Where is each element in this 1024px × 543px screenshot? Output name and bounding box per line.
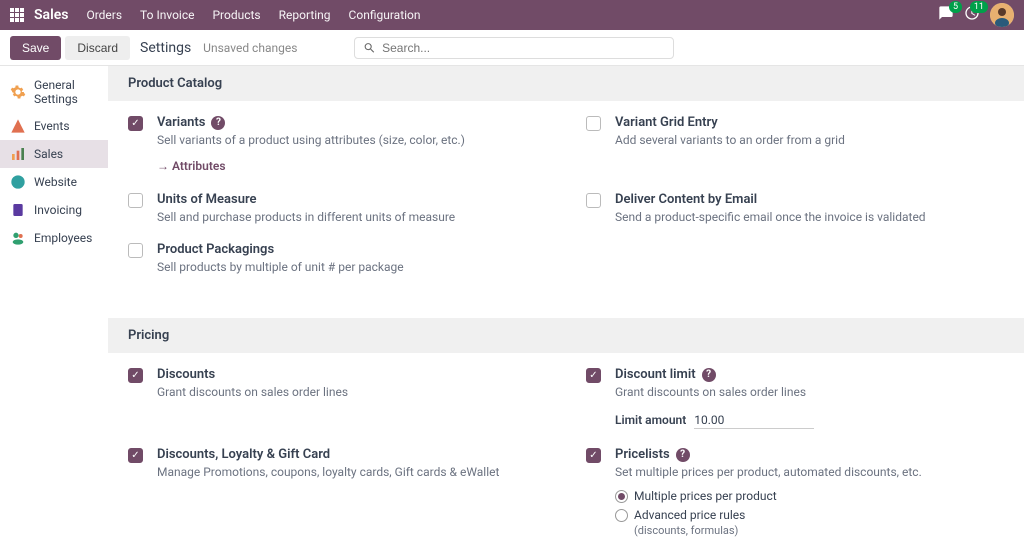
checkbox-uom[interactable]	[128, 193, 143, 208]
activity-icon[interactable]: 11	[964, 5, 980, 25]
invoicing-icon	[10, 202, 26, 218]
main-content: Product Catalog Variants? Sell variants …	[108, 66, 1024, 543]
sidebar-item-events[interactable]: Events	[0, 112, 108, 140]
field-desc: Sell variants of a product using attribu…	[157, 133, 546, 147]
field-desc: Grant discounts on sales order lines	[157, 385, 546, 399]
sidebar-item-employees[interactable]: Employees	[0, 224, 108, 252]
field-desc: Sell and purchase products in different …	[157, 210, 546, 224]
help-icon[interactable]: ?	[702, 368, 716, 382]
field-title: Discount limit	[615, 367, 696, 382]
nav-orders[interactable]: Orders	[86, 8, 122, 22]
sidebar-item-website[interactable]: Website	[0, 168, 108, 196]
sidebar-item-invoicing[interactable]: Invoicing	[0, 196, 108, 224]
radio-label: Advanced price rules	[634, 508, 745, 522]
sidebar-item-label: Employees	[34, 231, 92, 245]
radio-sub: (discounts, formulas)	[634, 524, 1004, 537]
section-header-pricing: Pricing	[108, 318, 1024, 353]
nav-configuration[interactable]: Configuration	[349, 8, 421, 22]
field-desc: Sell products by multiple of unit # per …	[157, 260, 546, 274]
search-icon	[363, 41, 376, 55]
sales-icon	[10, 146, 26, 162]
field-desc: Set multiple prices per product, automat…	[615, 465, 1004, 479]
save-button[interactable]: Save	[10, 36, 61, 60]
checkbox-deliver-email[interactable]	[586, 193, 601, 208]
field-title: Deliver Content by Email	[615, 192, 1004, 207]
radio-advanced-rules[interactable]	[615, 509, 628, 522]
unsaved-status: Unsaved changes	[203, 41, 297, 55]
radio-multiple-prices[interactable]	[615, 490, 628, 503]
field-title: Pricelists	[615, 447, 670, 462]
checkbox-discount-limit[interactable]	[586, 368, 601, 383]
field-title: Product Packagings	[157, 242, 546, 257]
page-title: Settings	[140, 40, 191, 56]
website-icon	[10, 174, 26, 190]
topbar: Sales Orders To Invoice Products Reporti…	[0, 0, 1024, 30]
search-input[interactable]	[382, 41, 665, 55]
sidebar-item-sales[interactable]: Sales	[0, 140, 108, 168]
help-icon[interactable]: ?	[211, 116, 225, 130]
chat-icon[interactable]: 5	[938, 5, 954, 25]
app-name[interactable]: Sales	[34, 7, 68, 23]
top-nav: Orders To Invoice Products Reporting Con…	[86, 8, 420, 22]
events-icon	[10, 118, 26, 134]
field-title: Variant Grid Entry	[615, 115, 1004, 130]
radio-label: Multiple prices per product	[634, 489, 777, 503]
sidebar-item-label: Invoicing	[34, 203, 82, 217]
field-desc: Grant discounts on sales order lines	[615, 385, 1004, 399]
search-box[interactable]	[354, 37, 674, 59]
employees-icon	[10, 230, 26, 246]
apps-icon[interactable]	[10, 8, 24, 22]
field-title: Variants	[157, 115, 205, 130]
checkbox-variant-grid[interactable]	[586, 116, 601, 131]
gear-icon	[10, 84, 26, 100]
nav-to-invoice[interactable]: To Invoice	[140, 8, 194, 22]
checkbox-loyalty[interactable]	[128, 448, 143, 463]
field-desc: Manage Promotions, coupons, loyalty card…	[157, 465, 546, 479]
sidebar: General Settings Events Sales Website In…	[0, 66, 108, 543]
limit-input[interactable]: 10.00	[694, 413, 814, 429]
field-desc: Add several variants to an order from a …	[615, 133, 1004, 147]
sidebar-item-label: General Settings	[34, 78, 98, 106]
help-icon[interactable]: ?	[676, 448, 690, 462]
actionbar: Save Discard Settings Unsaved changes	[0, 30, 1024, 66]
field-title: Discounts	[157, 367, 546, 382]
nav-reporting[interactable]: Reporting	[279, 8, 331, 22]
checkbox-packagings[interactable]	[128, 243, 143, 258]
nav-products[interactable]: Products	[212, 8, 260, 22]
discard-button[interactable]: Discard	[65, 36, 130, 60]
checkbox-variants[interactable]	[128, 116, 143, 131]
checkbox-pricelists[interactable]	[586, 448, 601, 463]
limit-label: Limit amount	[615, 413, 686, 427]
activity-badge: 11	[970, 1, 988, 13]
field-desc: Send a product-specific email once the i…	[615, 210, 1004, 224]
sidebar-item-label: Sales	[34, 147, 63, 161]
field-title: Discounts, Loyalty & Gift Card	[157, 447, 546, 462]
chat-badge: 5	[949, 1, 962, 13]
field-title: Units of Measure	[157, 192, 546, 207]
sidebar-item-label: Events	[34, 119, 70, 133]
sidebar-item-general-settings[interactable]: General Settings	[0, 72, 108, 112]
checkbox-discounts[interactable]	[128, 368, 143, 383]
section-header-catalog: Product Catalog	[108, 66, 1024, 101]
sidebar-item-label: Website	[34, 175, 77, 189]
avatar[interactable]	[990, 3, 1014, 27]
link-attributes[interactable]: → Attributes	[157, 159, 226, 173]
